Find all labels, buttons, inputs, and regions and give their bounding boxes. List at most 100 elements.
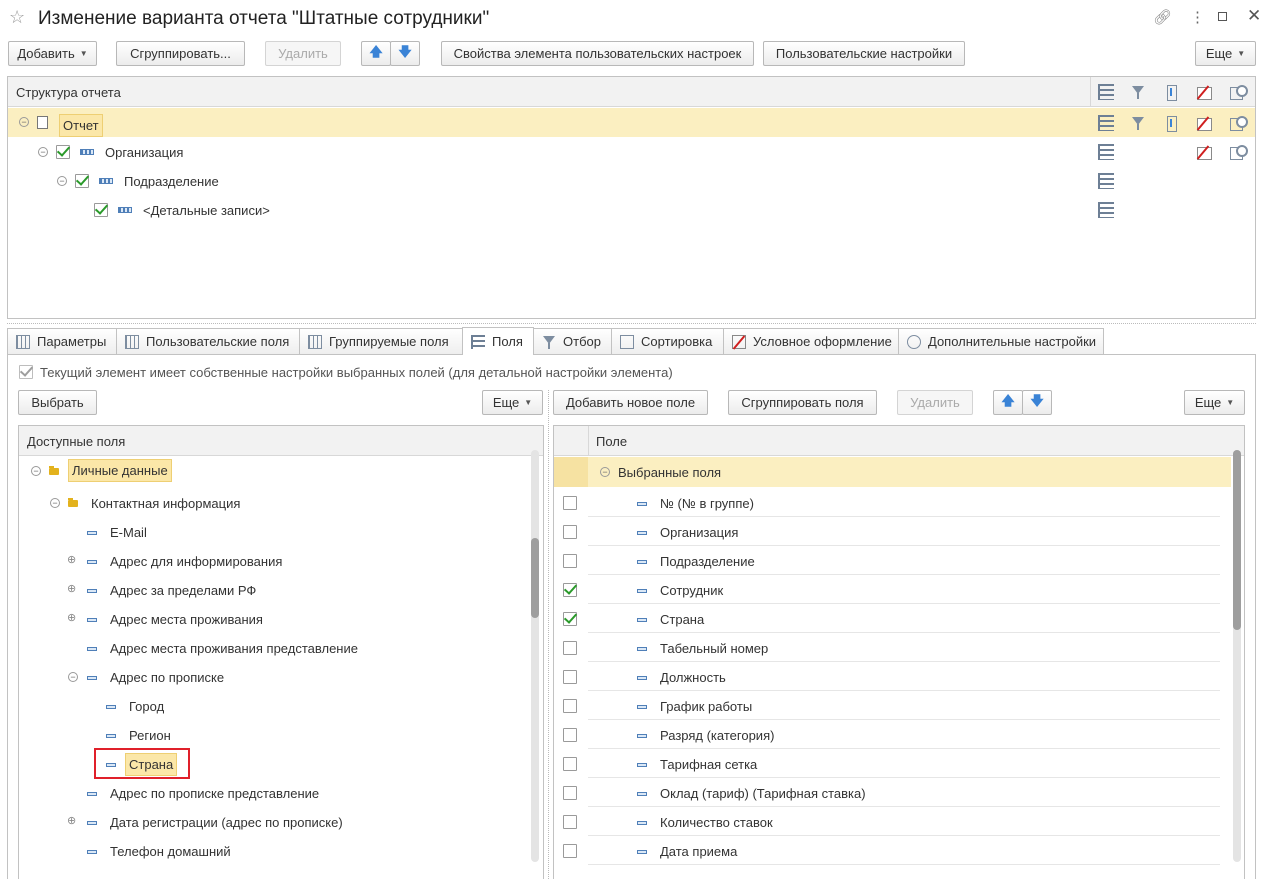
field-checkbox[interactable] [563,815,577,829]
add-button[interactable]: Добавить ▼ [8,41,97,66]
link-icon[interactable]: 🔗︎ [1153,8,1172,26]
field-checkbox[interactable] [563,699,577,713]
selected-field-label[interactable]: № (№ в группе) [660,496,754,511]
tree-item[interactable]: Город [129,699,164,714]
sort-icon[interactable] [1163,84,1179,101]
settings-icon[interactable] [1229,144,1248,160]
collapse-icon[interactable]: − [31,466,41,476]
conditional-format-icon[interactable] [1196,115,1212,131]
fields-icon[interactable] [1098,84,1114,100]
selected-field-label[interactable]: Подразделение [660,554,755,569]
tree-item[interactable]: Адрес за пределами РФ [110,583,256,598]
collapse-icon[interactable]: − [38,147,48,157]
selected-field-label[interactable]: Сотрудник [660,583,723,598]
right-scrollbar-thumb[interactable] [1233,450,1241,630]
selected-field-label[interactable]: График работы [660,699,752,714]
tree-item[interactable]: Адрес места проживания представление [110,641,358,656]
settings-icon[interactable] [1229,84,1248,100]
tab-parameters[interactable]: Параметры [7,328,117,354]
selected-field-label[interactable]: Количество ставок [660,815,773,830]
tree-item-country[interactable]: Страна [125,753,178,776]
collapse-icon[interactable]: − [50,498,60,508]
selected-field-label[interactable]: Тарифная сетка [660,757,757,772]
selected-field-label[interactable]: Разряд (категория) [660,728,774,743]
expand-icon[interactable]: ⊕ [67,611,76,624]
move-down-button[interactable]: 🡇 [390,41,420,66]
sort-icon[interactable] [1163,115,1179,132]
close-icon[interactable]: ✕ [1247,6,1261,26]
conditional-format-icon[interactable] [1196,84,1212,100]
collapse-icon[interactable]: − [68,672,78,682]
field-checkbox[interactable] [563,583,577,597]
field-checkbox[interactable] [563,670,577,684]
expand-icon[interactable]: ⊕ [67,553,76,566]
delete-button[interactable]: Удалить [265,41,341,66]
filter-icon[interactable] [1130,115,1146,131]
tab-fields[interactable]: Поля [462,327,534,355]
structure-row-report[interactable] [8,108,1255,137]
group-button[interactable]: Сгруппировать... [116,41,245,66]
tree-item[interactable]: Дата регистрации (адрес по прописке) [110,815,343,830]
selected-field-label[interactable]: Страна [660,612,704,627]
element-properties-button[interactable]: Свойства элемента пользовательских настр… [441,41,754,66]
tree-item-personal-data[interactable]: Личные данные [68,459,172,482]
conditional-format-icon[interactable] [1196,144,1212,160]
selected-field-label[interactable]: Табельный номер [660,641,768,656]
tab-filter[interactable]: Отбор [533,328,612,354]
field-checkbox[interactable] [563,525,577,539]
structure-checkbox[interactable] [75,174,89,188]
tab-additional-settings[interactable]: Дополнительные настройки [898,328,1104,354]
field-move-up-button[interactable]: 🡅 [993,390,1023,415]
structure-checkbox[interactable] [56,145,70,159]
pane-splitter[interactable] [548,390,549,879]
field-checkbox[interactable] [563,612,577,626]
selected-field-label[interactable]: Дата приема [660,844,737,859]
filter-icon[interactable] [1130,84,1146,100]
add-new-field-button[interactable]: Добавить новое поле [553,390,708,415]
expand-icon[interactable]: ⊕ [67,814,76,827]
collapse-icon[interactable]: − [600,467,610,477]
user-settings-button[interactable]: Пользовательские настройки [763,41,965,66]
tree-item[interactable]: Адрес по прописке представление [110,786,319,801]
fields-icon[interactable] [1098,144,1114,160]
splitter[interactable] [7,323,1256,324]
tab-user-fields[interactable]: Пользовательские поля [116,328,300,354]
field-checkbox[interactable] [563,844,577,858]
field-move-down-button[interactable]: 🡇 [1022,390,1052,415]
structure-checkbox[interactable] [94,203,108,217]
more-button[interactable]: Еще ▼ [1195,41,1256,66]
field-checkbox[interactable] [563,496,577,510]
expand-icon[interactable]: ⊕ [67,582,76,595]
group-fields-button[interactable]: Сгруппировать поля [728,390,877,415]
fields-icon[interactable] [1098,173,1114,189]
field-checkbox[interactable] [563,641,577,655]
fields-icon[interactable] [1098,115,1114,131]
right-delete-button[interactable]: Удалить [897,390,973,415]
settings-icon[interactable] [1229,115,1248,131]
left-scrollbar-thumb[interactable] [531,538,539,618]
tab-conditional-format[interactable]: Условное оформление [723,328,899,354]
left-more-button[interactable]: Еще ▼ [482,390,543,415]
tree-item[interactable]: Адрес для информирования [110,554,282,569]
favorite-star-icon[interactable]: ☆ [9,7,25,28]
fields-icon[interactable] [1098,202,1114,218]
tree-item[interactable]: Контактная информация [91,496,240,511]
selected-field-label[interactable]: Оклад (тариф) (Тарифная ставка) [660,786,866,801]
tree-item[interactable]: Регион [129,728,171,743]
field-checkbox[interactable] [563,786,577,800]
maximize-icon[interactable] [1218,12,1227,21]
right-more-button[interactable]: Еще ▼ [1184,390,1245,415]
tree-item[interactable]: Адрес места проживания [110,612,263,627]
tree-item[interactable]: Адрес по прописке [110,670,224,685]
tree-item[interactable]: Телефон домашний [110,844,231,859]
selected-field-label[interactable]: Организация [660,525,738,540]
collapse-icon[interactable]: − [19,117,29,127]
selected-field-label[interactable]: Должность [660,670,726,685]
tree-item[interactable]: E-Mail [110,525,147,540]
select-button[interactable]: Выбрать [18,390,97,415]
collapse-icon[interactable]: − [57,176,67,186]
field-checkbox[interactable] [563,757,577,771]
tab-sorting[interactable]: Сортировка [611,328,724,354]
left-scrollbar[interactable] [531,450,539,862]
own-settings-checkbox[interactable] [19,365,33,379]
